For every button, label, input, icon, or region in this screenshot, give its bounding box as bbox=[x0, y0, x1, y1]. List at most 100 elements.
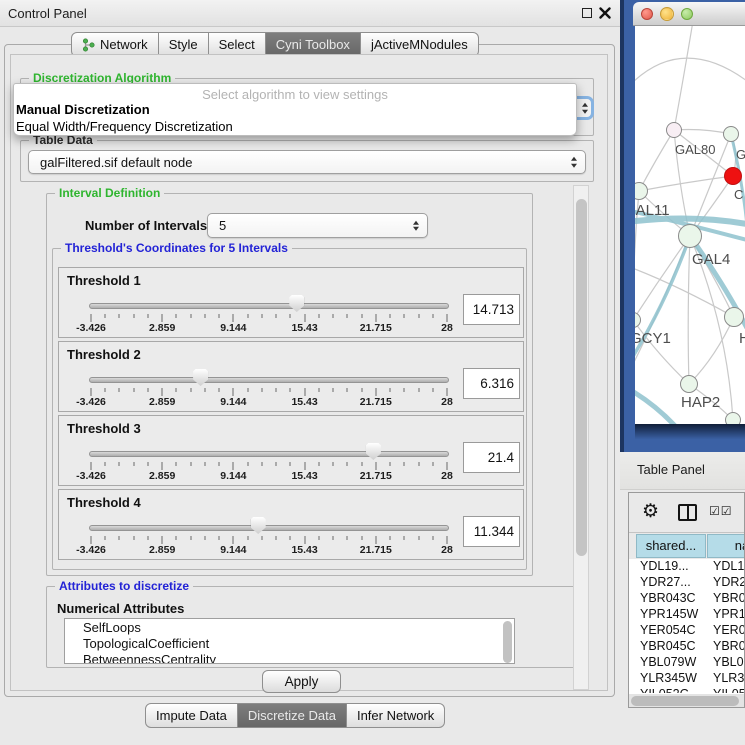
tick-mark bbox=[133, 314, 134, 318]
tab-discretize-data[interactable]: Discretize Data bbox=[238, 703, 347, 728]
network-node[interactable] bbox=[666, 122, 682, 138]
tick-mark bbox=[276, 536, 277, 540]
tab-infer-network[interactable]: Infer Network bbox=[347, 703, 445, 728]
tick-mark bbox=[162, 388, 163, 396]
algorithm-option[interactable]: Equal Width/Frequency Discretization bbox=[16, 119, 233, 134]
table-row[interactable]: YPR145WYPR14 bbox=[629, 607, 745, 623]
columns-icon[interactable] bbox=[678, 504, 697, 521]
tick-label: 15.43 bbox=[291, 396, 317, 408]
tick-mark bbox=[447, 536, 448, 544]
network-canvas[interactable]: GAL80GACGAL11GAL4GCY1HHAP2 bbox=[635, 26, 745, 424]
network-node[interactable] bbox=[678, 224, 702, 248]
node-label: H bbox=[739, 330, 745, 347]
minimize-button[interactable] bbox=[661, 8, 673, 20]
tick-label: 28 bbox=[441, 470, 453, 482]
slider-track[interactable] bbox=[89, 451, 449, 457]
slider-thumb[interactable] bbox=[289, 295, 304, 312]
slider-thumb[interactable] bbox=[366, 443, 381, 460]
tick-label: 21.715 bbox=[360, 322, 392, 334]
cell-name: YPR14 bbox=[713, 607, 745, 621]
threshold-value[interactable]: 14.713 bbox=[463, 294, 520, 325]
tick-mark bbox=[390, 314, 391, 318]
tab-label: Style bbox=[169, 37, 198, 52]
slider-ticks bbox=[91, 536, 447, 544]
tick-label: -3.426 bbox=[76, 396, 106, 408]
cell-name: YLR34 bbox=[713, 671, 745, 685]
panel-vertical-scrollbar[interactable] bbox=[573, 185, 589, 690]
zoom-button[interactable] bbox=[681, 8, 693, 20]
threshold-value[interactable]: 21.4 bbox=[463, 442, 520, 473]
tick-label: 2.859 bbox=[149, 322, 175, 334]
apply-button[interactable]: Apply bbox=[262, 670, 341, 693]
tick-mark bbox=[361, 462, 362, 466]
network-node[interactable] bbox=[724, 307, 744, 327]
thresholds-group-title: Threshold's Coordinates for 5 Intervals bbox=[61, 241, 292, 255]
table-row[interactable]: YDL19...YDL19 bbox=[629, 559, 745, 575]
attribute-item[interactable]: TopologicalCoefficient bbox=[79, 636, 514, 652]
table-row[interactable]: YLR345W YLR34 bbox=[629, 671, 745, 687]
table-horizontal-scrollbar[interactable] bbox=[629, 694, 744, 707]
tick-mark bbox=[404, 536, 405, 540]
table-row[interactable]: YBR043CYBR04 bbox=[629, 591, 745, 607]
attribute-item[interactable]: BetweennessCentrality bbox=[79, 652, 514, 664]
tab-impute-data[interactable]: Impute Data bbox=[145, 703, 238, 728]
table-row[interactable]: YER054CYER05 bbox=[629, 623, 745, 639]
threshold-value[interactable]: 6.316 bbox=[463, 368, 520, 399]
table-row[interactable]: YDR27...YDR27 bbox=[629, 575, 745, 591]
tick-mark bbox=[147, 462, 148, 466]
tick-mark bbox=[261, 388, 262, 392]
scrollbar-thumb[interactable] bbox=[576, 199, 587, 556]
tick-label: 2.859 bbox=[149, 396, 175, 408]
tick-mark bbox=[290, 388, 291, 392]
column-header-2[interactable]: na bbox=[707, 534, 745, 558]
float-panel-icon[interactable] bbox=[582, 8, 592, 18]
number-of-intervals-combo[interactable]: 5 bbox=[207, 213, 428, 238]
window-frame-bottom bbox=[635, 424, 745, 452]
select-checkboxes-icon[interactable]: ☑☑ bbox=[709, 504, 733, 518]
tick-mark bbox=[204, 462, 205, 466]
attributes-listbox[interactable]: SelfLoopsTopologicalCoefficientBetweenne… bbox=[64, 618, 515, 664]
table-row[interactable]: YBL079WYBL07 bbox=[629, 655, 745, 671]
tick-mark bbox=[247, 388, 248, 392]
algorithm-option[interactable]: Manual Discretization bbox=[16, 102, 150, 117]
close-button[interactable] bbox=[641, 8, 653, 20]
slider-thumb[interactable] bbox=[251, 517, 266, 534]
tick-mark bbox=[219, 462, 220, 466]
slider-tick-labels: -3.4262.8599.14415.4321.71528 bbox=[91, 396, 447, 408]
threshold-value[interactable]: 11.344 bbox=[463, 516, 520, 547]
tick-mark bbox=[91, 314, 92, 322]
gear-icon[interactable]: ⚙ bbox=[642, 500, 659, 523]
table-data-combo-value: galFiltered.sif default node bbox=[40, 155, 192, 170]
table-row[interactable]: YBR045CYBR04 bbox=[629, 639, 745, 655]
tick-mark bbox=[119, 536, 120, 540]
network-node[interactable] bbox=[724, 167, 742, 185]
column-header-1[interactable]: shared... bbox=[636, 534, 706, 558]
slider-thumb[interactable] bbox=[193, 369, 208, 386]
network-node[interactable] bbox=[723, 126, 739, 142]
table-data-combo[interactable]: galFiltered.sif default node bbox=[28, 150, 586, 174]
algorithm-combo[interactable] bbox=[574, 96, 594, 120]
tick-mark bbox=[247, 462, 248, 466]
tab-label: Select bbox=[219, 37, 255, 52]
slider-track[interactable] bbox=[89, 303, 449, 309]
list-scrollbar[interactable] bbox=[503, 621, 512, 663]
tick-label: 28 bbox=[441, 396, 453, 408]
attribute-item[interactable]: SelfLoops bbox=[79, 620, 514, 636]
tick-label: 15.43 bbox=[291, 470, 317, 482]
slider-track[interactable] bbox=[89, 377, 449, 383]
tick-mark bbox=[233, 388, 234, 396]
tick-mark bbox=[390, 536, 391, 540]
table-row[interactable]: YIL052CYIL05 bbox=[629, 687, 745, 693]
slider-track[interactable] bbox=[89, 525, 449, 531]
cyni-bottom-tabbar: Impute DataDiscretize DataInfer Network bbox=[145, 703, 445, 727]
tick-mark bbox=[147, 314, 148, 318]
network-window-titlebar[interactable] bbox=[633, 2, 745, 26]
network-node[interactable] bbox=[680, 375, 698, 393]
cell-shared-name: YLR345W bbox=[640, 671, 697, 685]
cell-name: YER05 bbox=[713, 623, 745, 637]
tick-mark bbox=[447, 462, 448, 470]
close-panel-icon[interactable] bbox=[599, 7, 611, 19]
tick-mark bbox=[347, 462, 348, 466]
network-node[interactable] bbox=[725, 412, 741, 424]
scrollbar-thumb[interactable] bbox=[631, 696, 739, 706]
